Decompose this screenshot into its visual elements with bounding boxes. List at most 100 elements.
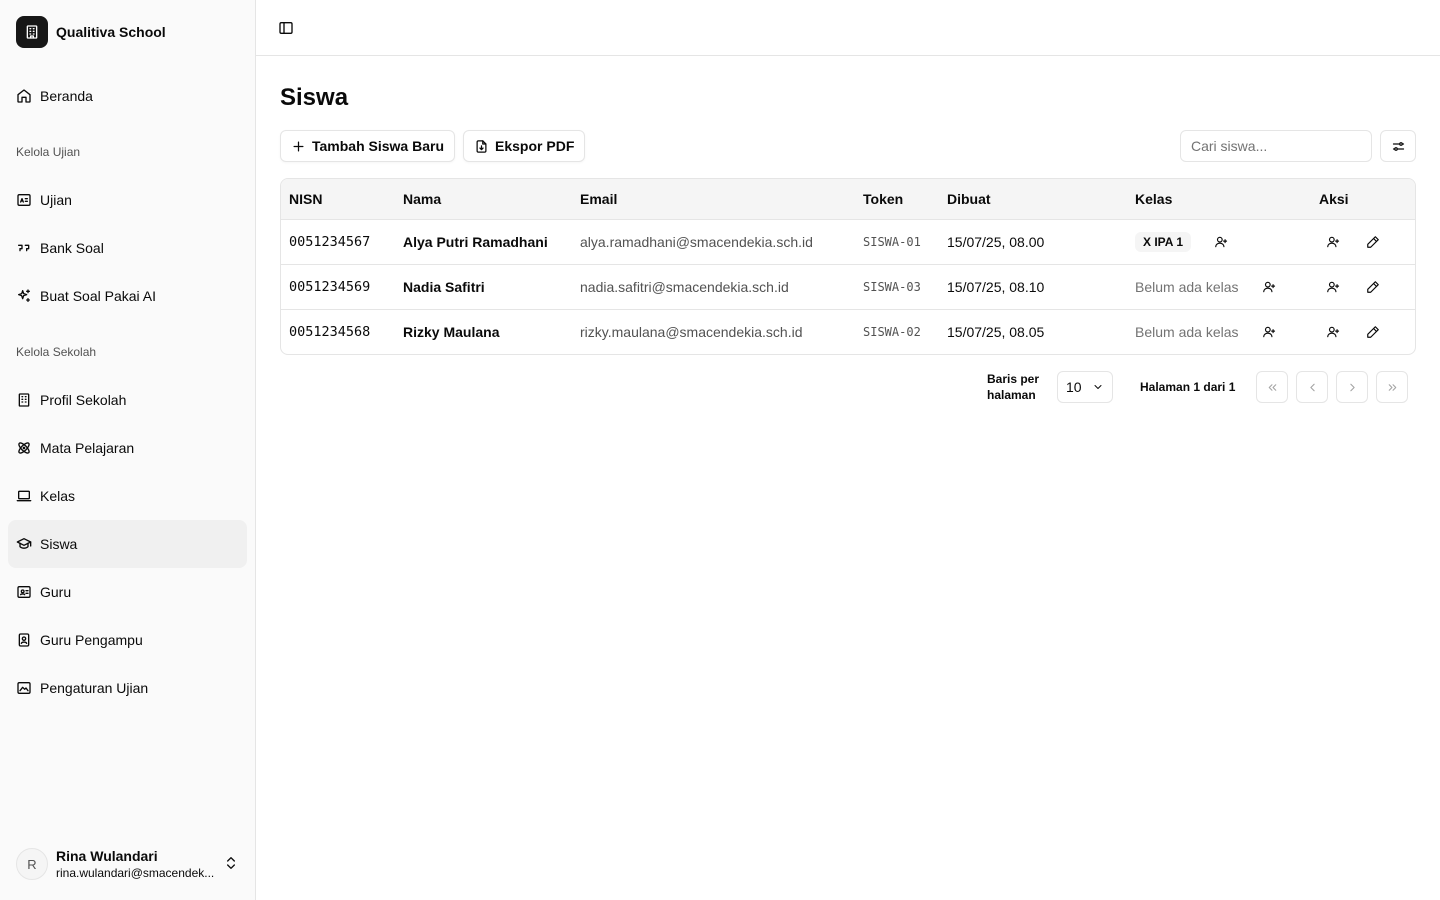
cell-nisn: 0051234567 [289, 233, 371, 250]
assign-class-button[interactable] [1255, 318, 1283, 346]
column-header-nama[interactable]: Nama [395, 179, 572, 220]
topbar [256, 0, 1440, 56]
sidebar-item-mata-pelajaran[interactable]: Mata Pelajaran [8, 424, 247, 472]
main-content: Siswa Tambah Siswa Baru Ekspor PDF Cari … [256, 0, 1440, 900]
cell-nama: Nadia Safitri [403, 278, 485, 295]
column-header-kelas[interactable]: Kelas [1127, 179, 1311, 220]
sparkles-icon [18, 289, 30, 302]
cell-nama: Alya Putri Ramadhani [403, 233, 548, 250]
last-page-button[interactable] [1376, 371, 1408, 403]
table-row: 0051234569 Nadia Safitri nadia.safitri@s… [281, 264, 1415, 309]
sidebar-item-label: Pengaturan Ujian [40, 680, 149, 696]
toolbar: Tambah Siswa Baru Ekspor PDF [280, 130, 1416, 162]
sidebar-item-ujian[interactable]: Ujian [8, 176, 247, 224]
manage-student-button[interactable] [1319, 273, 1347, 301]
sidebar-item-siswa[interactable]: Siswa [8, 520, 247, 568]
cell-token: SISWA-03 [863, 279, 921, 294]
no-class-text: Belum ada kelas [1135, 278, 1239, 295]
plus-icon [293, 141, 304, 151]
brand[interactable]: Qualitiva School [0, 0, 255, 64]
sidebar-item-label: Bank Soal [40, 240, 104, 256]
sidebar-item-beranda[interactable]: Beranda [8, 72, 247, 120]
sidebar-item-guru-pengampu[interactable]: Guru Pengampu [8, 616, 247, 664]
user-plus-icon [1262, 326, 1275, 337]
home-icon [17, 89, 31, 103]
laptop-icon [16, 490, 32, 502]
cell-kelas: Belum ada kelas [1127, 264, 1311, 309]
settings-image-icon [17, 682, 31, 694]
chevron-down-icon [1094, 385, 1102, 389]
panel-left-icon [279, 21, 293, 34]
section-label-kelola-ujian: Kelola Ujian [16, 145, 81, 159]
school-building-icon [16, 16, 48, 48]
toolbar-left: Tambah Siswa Baru Ekspor PDF [280, 130, 586, 162]
manage-student-button[interactable] [1319, 318, 1347, 346]
exam-icon [17, 194, 31, 206]
cell-email: nadia.safitri@smacendekia.sch.id [580, 278, 789, 295]
sidebar-item-label: Siswa [40, 536, 78, 552]
cell-dibuat: 15/07/25, 08.10 [947, 278, 1045, 295]
chevrons-up-down-icon [223, 855, 239, 874]
sidebar-item-label: Guru Pengampu [40, 632, 143, 648]
badge-icon [18, 633, 30, 647]
cell-dibuat: 15/07/25, 08.00 [947, 233, 1045, 250]
edit-button[interactable] [1359, 273, 1387, 301]
section-label-kelola-sekolah: Kelola Sekolah [16, 345, 97, 359]
filter-settings-button[interactable] [1380, 130, 1416, 162]
sidebar-item-profil-sekolah[interactable]: Profil Sekolah [8, 376, 247, 424]
first-page-button[interactable] [1256, 371, 1288, 403]
table-header-row: NISN Nama Email Token Dibuat Kelas Aksi [281, 179, 1415, 220]
atom-icon [18, 442, 30, 454]
column-header-nisn[interactable]: NISN [281, 179, 395, 220]
manage-student-button[interactable] [1319, 228, 1347, 256]
previous-page-button[interactable] [1296, 371, 1328, 403]
assign-class-button[interactable] [1255, 273, 1283, 301]
user-plus-icon [1327, 326, 1340, 337]
export-pdf-button[interactable]: Ekspor PDF [463, 130, 586, 162]
column-header-email[interactable]: Email [572, 179, 855, 220]
user-menu[interactable]: R Rina Wulandari rina.wulandari@smacende… [8, 840, 247, 888]
assign-class-button[interactable] [1207, 228, 1235, 256]
search-input[interactable] [1180, 130, 1372, 162]
user-plus-icon [1327, 281, 1340, 292]
user-plus-icon [1262, 281, 1275, 292]
cell-kelas: Belum ada kelas [1127, 309, 1311, 354]
sidebar-item-bank-soal[interactable]: Bank Soal [8, 224, 247, 272]
table-row: 0051234567 Alya Putri Ramadhani alya.ram… [281, 219, 1415, 264]
sidebar-item-pengaturan-ujian[interactable]: Pengaturan Ujian [8, 664, 247, 712]
cell-email: alya.ramadhani@smacendekia.sch.id [580, 233, 813, 250]
edit-button[interactable] [1359, 318, 1387, 346]
sidebar-item-label: Ujian [40, 192, 72, 208]
sidebar-toggle-button[interactable] [272, 14, 300, 42]
cell-kelas: X IPA 1 [1127, 219, 1311, 264]
avatar: R [16, 848, 48, 880]
building-icon [18, 393, 30, 407]
edit-button[interactable] [1359, 228, 1387, 256]
sidebar-nav: Beranda Kelola Ujian Ujian Bank Soal Bua… [0, 64, 255, 712]
page-info: Halaman 1 dari 1 [1140, 380, 1236, 394]
page-title: Siswa [280, 84, 349, 111]
sidebar-item-guru[interactable]: Guru [8, 568, 247, 616]
sidebar-item-label: Kelas [40, 488, 76, 504]
export-pdf-label: Ekspor PDF [495, 138, 575, 154]
sidebar-item-kelas[interactable]: Kelas [8, 472, 247, 520]
add-student-button[interactable]: Tambah Siswa Baru [280, 130, 456, 162]
column-header-dibuat[interactable]: Dibuat [939, 179, 1127, 220]
next-page-button[interactable] [1336, 371, 1368, 403]
pencil-icon [1367, 280, 1379, 293]
sidebar-item-label: Beranda [40, 88, 93, 104]
id-card-icon [17, 586, 31, 598]
table-row: 0051234568 Rizky Maulana rizky.maulana@s… [281, 309, 1415, 354]
sliders-icon [1392, 141, 1404, 151]
column-header-token[interactable]: Token [855, 179, 939, 220]
chevron-right-icon [1349, 383, 1355, 391]
pager-buttons [1256, 371, 1408, 403]
toolbar-right [1180, 130, 1416, 162]
rows-per-page-select[interactable]: 10 [1057, 371, 1113, 403]
column-header-aksi: Aksi [1311, 179, 1415, 220]
cell-email: rizky.maulana@smacendekia.sch.id [580, 323, 803, 340]
sidebar-item-buat-soal-ai[interactable]: Buat Soal Pakai AI [8, 272, 247, 320]
pencil-icon [1367, 235, 1379, 248]
user-name: Rina Wulandari [56, 848, 158, 864]
cell-aksi [1311, 264, 1415, 309]
